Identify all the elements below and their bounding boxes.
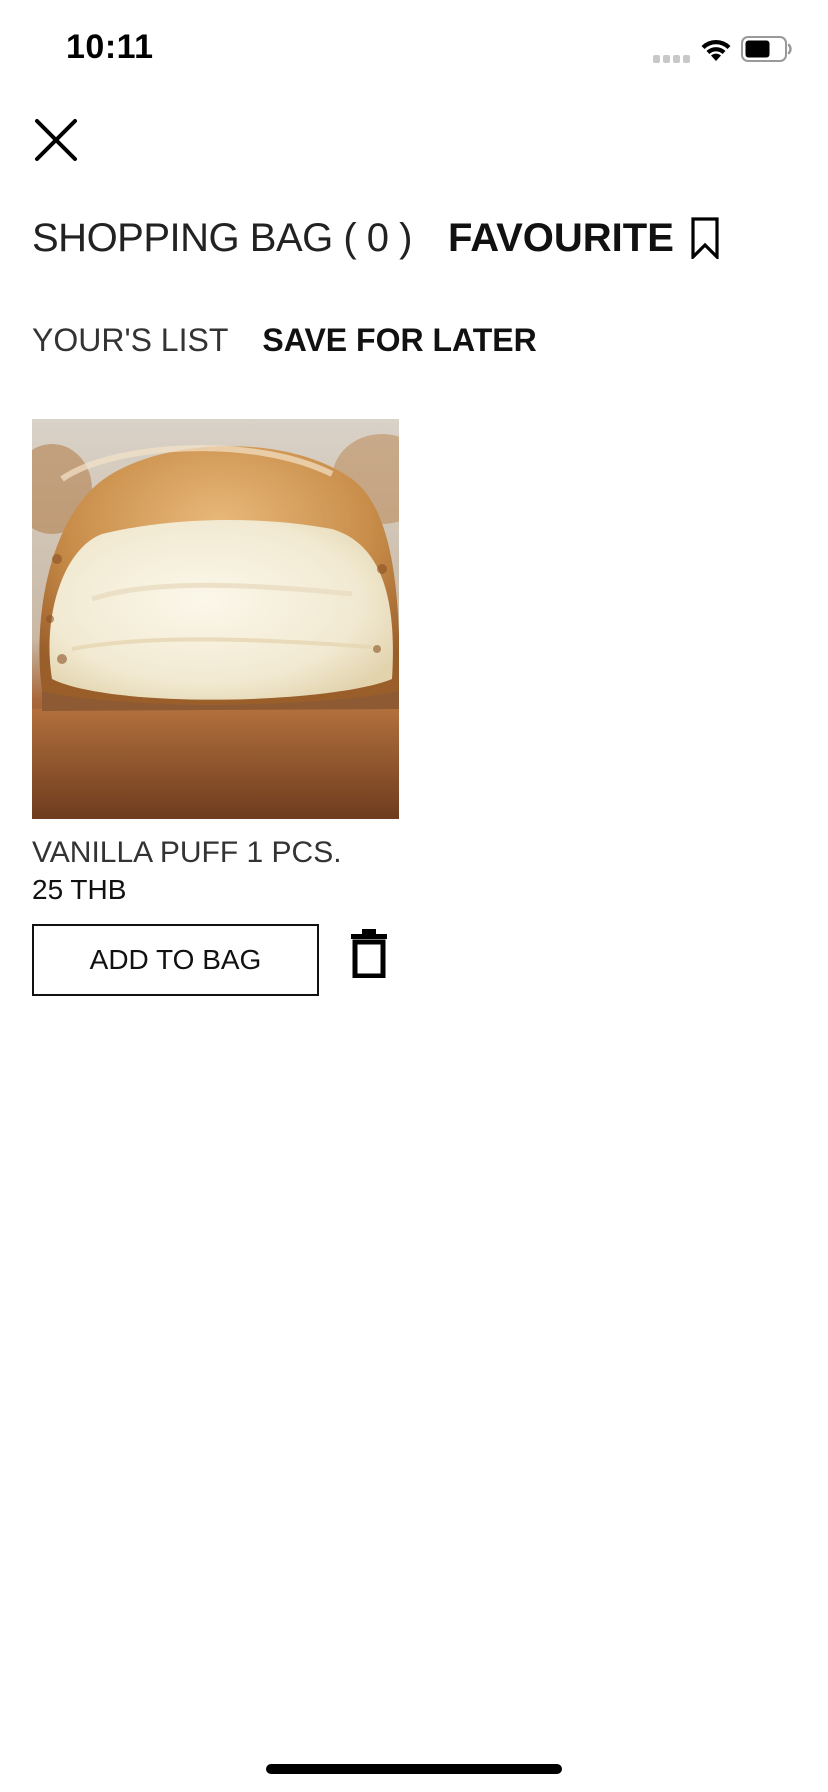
- status-bar: 10:11: [0, 0, 828, 100]
- home-indicator: [266, 1764, 562, 1774]
- product-price: 25 THB: [32, 874, 127, 905]
- top-tabs: SHOPPING BAG ( 0 ) FAVOURITE: [32, 212, 720, 264]
- tab-shopping-bag[interactable]: SHOPPING BAG ( 0 ): [32, 216, 412, 261]
- sub-tabs: YOUR'S LIST SAVE FOR LATER: [32, 318, 537, 362]
- product-name: VANILLA PUFF 1 PCS.: [32, 836, 342, 869]
- product-image[interactable]: [32, 419, 399, 819]
- trash-icon[interactable]: [349, 928, 389, 978]
- bookmark-icon: [691, 217, 719, 259]
- cellular-signal-icon: [653, 55, 690, 63]
- tab-yours-list[interactable]: YOUR'S LIST: [32, 322, 228, 359]
- status-time: 10:11: [66, 28, 154, 66]
- battery-icon: [741, 36, 792, 62]
- tab-save-for-later[interactable]: SAVE FOR LATER: [262, 322, 536, 359]
- add-to-bag-button[interactable]: ADD TO BAG: [32, 924, 319, 996]
- wifi-icon: [701, 39, 731, 61]
- tab-favourite-label: FAVOURITE: [447, 215, 674, 260]
- tab-favourite[interactable]: FAVOURITE: [448, 216, 720, 261]
- close-icon[interactable]: [32, 116, 80, 164]
